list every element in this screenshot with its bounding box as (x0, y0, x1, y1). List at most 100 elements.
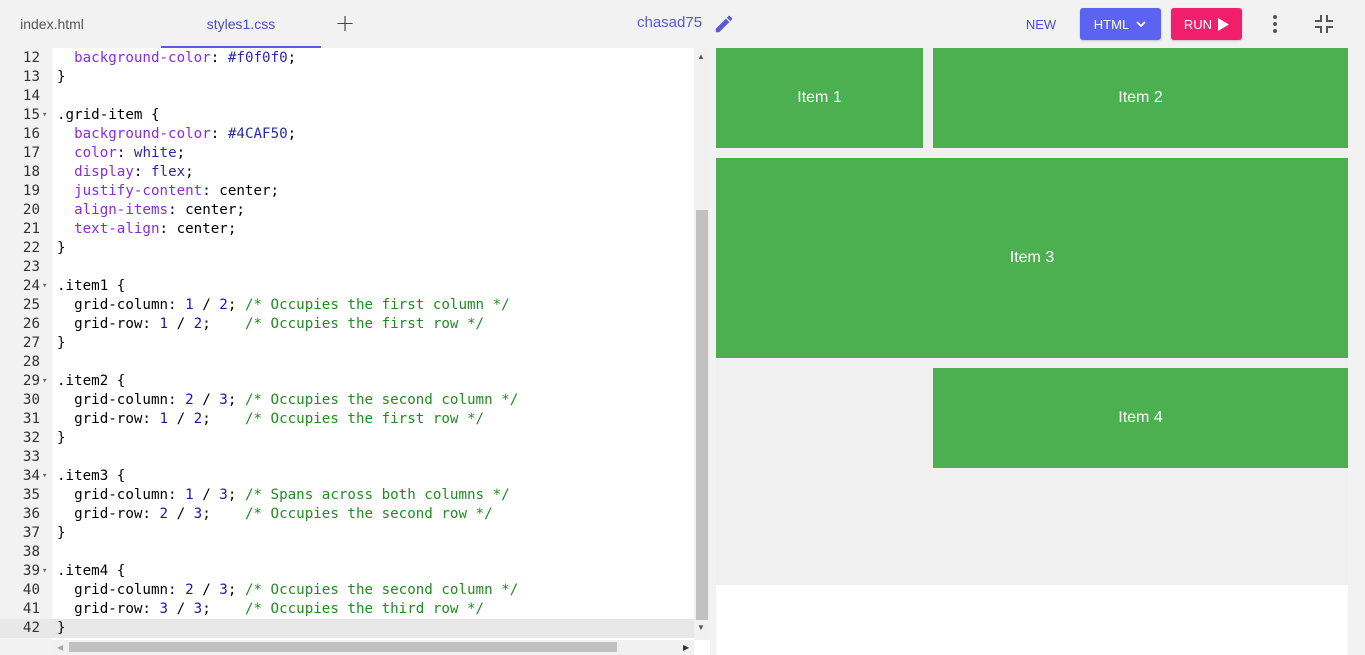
code-token: 3 (219, 392, 228, 408)
code-text: } (57, 619, 66, 638)
code-lines[interactable]: 12 background-color: #f0f0f0; 13} 14 15 ▾ .gr… (0, 49, 694, 638)
code-text: text-align: center; (57, 220, 236, 239)
line-number: 39 (22, 563, 40, 579)
line-number: 23 (22, 259, 40, 275)
code-line[interactable]: 26 grid-row: 1 / 2; /* Occupies the firs… (0, 315, 694, 334)
play-icon (1218, 17, 1230, 31)
pencil-icon[interactable] (713, 13, 735, 35)
preview-pane: Item 1 Item 2 Item 3 Item 4 (716, 48, 1348, 655)
code-line[interactable]: 36 grid-row: 2 / 3; /* Occupies the seco… (0, 505, 694, 524)
code-token: ; (227, 487, 245, 503)
code-line[interactable]: 39 ▾ .item4 { (0, 562, 694, 581)
code-text: } (57, 239, 66, 258)
code-token: align-items (74, 202, 169, 218)
code-line[interactable]: 31 grid-row: 1 / 2; /* Occupies the firs… (0, 410, 694, 429)
code-text: grid-row: 1 / 2; /* Occupies the first r… (57, 410, 484, 429)
code-token: grid-row: (57, 506, 160, 522)
code-line[interactable]: 17 color: white; (0, 144, 694, 163)
code-text: grid-column: 2 / 3; /* Occupies the seco… (57, 391, 518, 410)
scroll-right-arrow-icon[interactable]: ▶ (683, 640, 689, 655)
code-line[interactable]: 35 grid-column: 1 / 3; /* Spans across b… (0, 486, 694, 505)
line-number: 25 (22, 297, 40, 313)
code-text: } (57, 524, 66, 543)
code-line[interactable]: 40 grid-column: 2 / 3; /* Occupies the s… (0, 581, 694, 600)
html-dropdown-button[interactable]: HTML (1080, 8, 1161, 40)
code-line[interactable]: 13} (0, 68, 694, 87)
code-line[interactable]: 41 grid-row: 3 / 3; /* Occupies the thir… (0, 600, 694, 619)
fold-arrow-icon[interactable]: ▾ (42, 467, 47, 486)
fold-arrow-icon[interactable]: ▾ (42, 562, 47, 581)
more-vertical-icon[interactable] (1265, 12, 1285, 36)
code-token: #f0f0f0 (227, 50, 288, 66)
code-token: display (74, 164, 134, 180)
tab-index-html[interactable]: index.html (0, 0, 104, 48)
add-tab-button[interactable]: + (334, 11, 356, 36)
scroll-down-arrow-icon[interactable]: ▼ (697, 623, 705, 632)
code-token: /* Occupies the second column */ (244, 582, 519, 598)
code-line[interactable]: 25 grid-column: 1 / 2; /* Occupies the f… (0, 296, 694, 315)
code-text: .item4 { (57, 562, 125, 581)
code-token: / (168, 506, 194, 522)
code-line[interactable]: 20 align-items: center; (0, 201, 694, 220)
code-token: : center; (159, 221, 237, 237)
code-token: .grid-item { (57, 107, 160, 123)
code-line[interactable]: 33 (0, 448, 694, 467)
line-number: 17 (22, 145, 40, 161)
collapse-icon[interactable] (1313, 13, 1335, 35)
code-line[interactable]: 30 grid-column: 2 / 3; /* Occupies the s… (0, 391, 694, 410)
new-button[interactable]: NEW (1018, 12, 1064, 36)
code-line[interactable]: 32} (0, 429, 694, 448)
code-token: ; (176, 145, 186, 161)
code-line[interactable]: 22} (0, 239, 694, 258)
line-number: 36 (22, 506, 40, 522)
vertical-scrollbar-thumb[interactable] (696, 210, 708, 620)
code-line[interactable]: 29 ▾ .item2 { (0, 372, 694, 391)
code-line[interactable]: 14 (0, 87, 694, 106)
code-token: /* Occupies the first column */ (244, 297, 510, 313)
code-token: : center; (168, 202, 245, 218)
code-line[interactable]: 12 background-color: #f0f0f0; (0, 49, 694, 68)
fold-arrow-icon[interactable]: ▾ (42, 277, 47, 296)
code-line[interactable]: 15 ▾ .grid-item { (0, 106, 694, 125)
code-line[interactable]: 27} (0, 334, 694, 353)
line-number: 16 (22, 126, 40, 142)
code-token: 1 (159, 411, 169, 427)
fold-arrow-icon[interactable]: ▾ (42, 106, 47, 125)
code-line[interactable]: 16 background-color: #4CAF50; (0, 125, 694, 144)
run-button-label: RUN (1183, 16, 1213, 32)
code-token: 2 (193, 411, 203, 427)
code-token: 1 (185, 487, 194, 503)
code-line[interactable]: 19 justify-content: center; (0, 182, 694, 201)
code-token: 1 (159, 316, 169, 332)
code-line[interactable]: 38 (0, 543, 694, 562)
code-token: ; (202, 316, 245, 332)
fold-arrow-icon[interactable]: ▾ (42, 372, 47, 391)
code-token: ; (287, 50, 297, 66)
code-text: background-color: #4CAF50; (57, 125, 296, 144)
code-line[interactable]: 42} (0, 619, 694, 638)
scroll-up-arrow-icon[interactable]: ▲ (697, 52, 705, 61)
line-number: 32 (22, 430, 40, 446)
grid-item-3: Item 3 (716, 158, 1348, 358)
code-line[interactable]: 28 (0, 353, 694, 372)
code-line[interactable]: 18 display: flex; (0, 163, 694, 182)
code-text: } (57, 429, 66, 448)
scroll-left-arrow-icon[interactable]: ◀ (57, 640, 63, 655)
code-line[interactable]: 21 text-align: center; (0, 220, 694, 239)
html-button-label: HTML (1093, 16, 1130, 32)
code-line[interactable]: 23 (0, 258, 694, 277)
code-token: / (168, 411, 194, 427)
code-line[interactable]: 34 ▾ .item3 { (0, 467, 694, 486)
run-button[interactable]: RUN (1171, 8, 1242, 40)
code-token: white (133, 145, 177, 161)
code-text: .item1 { (57, 277, 125, 296)
code-token: } (57, 335, 66, 351)
code-token: #4CAF50 (227, 126, 288, 142)
code-token: 2 (185, 582, 194, 598)
code-editor[interactable]: 12 background-color: #f0f0f0; 13} 14 15 ▾ .gr… (0, 48, 710, 655)
code-line[interactable]: 24 ▾ .item1 { (0, 277, 694, 296)
horizontal-scrollbar-thumb[interactable] (69, 642, 617, 652)
code-line[interactable]: 37} (0, 524, 694, 543)
tab-styles1-css[interactable]: styles1.css (161, 0, 321, 48)
